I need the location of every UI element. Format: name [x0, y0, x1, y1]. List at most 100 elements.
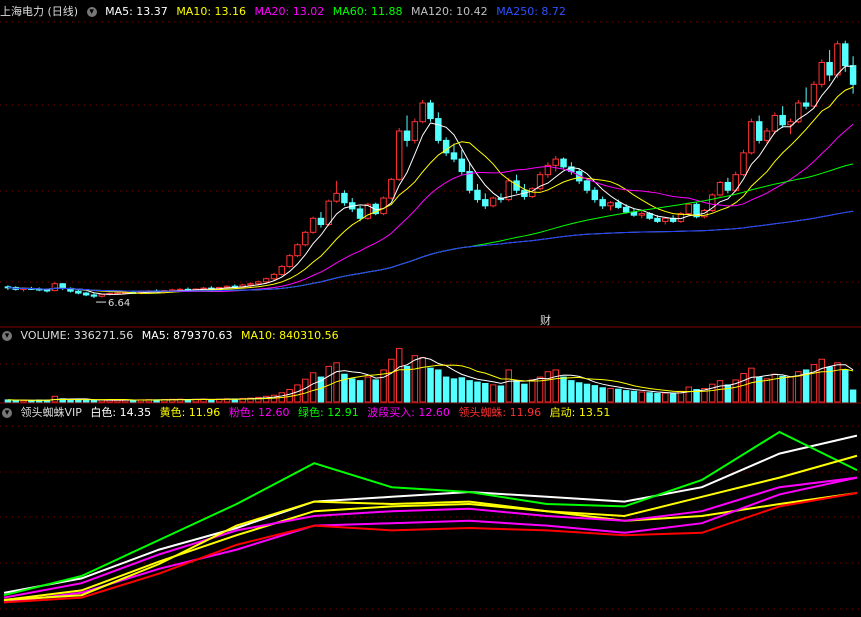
volume-bar: [395, 348, 403, 403]
volume-bar: [82, 399, 90, 403]
candle-body: [427, 102, 434, 120]
candle-body: [75, 290, 82, 294]
candle-body: [842, 43, 849, 67]
volume-bar: [458, 377, 466, 403]
volume-bar: [75, 399, 82, 403]
candle-body: [622, 206, 630, 213]
candle-body: [403, 130, 411, 141]
volume-bar: [810, 364, 818, 403]
volume-bar: [294, 384, 301, 403]
candle-body: [724, 181, 732, 191]
volume-bar: [669, 393, 677, 403]
volume-bar: [450, 378, 458, 403]
candle-body: [771, 114, 779, 132]
price-candles: [4, 40, 857, 299]
settings-circle-icon[interactable]: ▾: [86, 7, 97, 17]
volume-bar: [716, 380, 724, 403]
candle-body: [826, 62, 833, 76]
yellow-value: 黄色: 11.96: [159, 406, 221, 419]
ma10-value: MA10: 13.16: [176, 5, 247, 18]
ma120-value: MA120: 10.42: [410, 5, 488, 18]
volume-bar: [489, 384, 497, 403]
pink-line: [3, 476, 858, 599]
candle-body: [247, 283, 254, 286]
candle-body: [834, 43, 841, 76]
ma60-value: MA60: 11.88: [332, 5, 403, 18]
settings-circle-icon[interactable]: ▾: [2, 408, 12, 418]
volume-bar: [356, 380, 364, 403]
volume-bar: [662, 392, 669, 403]
volume-bar: [411, 355, 419, 403]
volume-bar: [630, 390, 638, 403]
candle-body: [278, 266, 286, 275]
ma20-value: MA20: 13.02: [254, 5, 325, 18]
volume-bar: [787, 376, 794, 403]
volume-bar: [528, 379, 536, 403]
volume-bar: [818, 358, 826, 403]
volume-bar: [419, 356, 426, 403]
volume-bar: [364, 376, 372, 403]
candle-body: [395, 130, 403, 180]
candle-body: [482, 199, 489, 207]
candle-body: [419, 102, 426, 123]
candle-body: [98, 293, 106, 297]
volume-bar: [654, 392, 661, 403]
candle-body: [380, 197, 387, 215]
white-line: [3, 434, 858, 594]
volume-bar: [552, 369, 559, 403]
candle-body: [615, 202, 622, 208]
volume-bar: [474, 381, 481, 403]
start-line: [3, 454, 858, 601]
candle-body: [294, 244, 301, 257]
spider-value: 领头蜘蛛: 11.96: [458, 406, 542, 419]
annotations: 6.64 财: [95, 298, 551, 327]
candle-body: [450, 152, 458, 160]
candle-body: [716, 181, 724, 196]
volume-bar: [842, 369, 849, 403]
volume-bar: [748, 367, 755, 403]
wave-buy-value: 波段买入: 12.60: [367, 406, 450, 419]
volume-bar: [849, 389, 857, 403]
volume-bar: [583, 383, 591, 403]
candle-body: [309, 217, 317, 233]
volume-bar: [380, 369, 387, 403]
white-value: 白色: 14.35: [90, 406, 152, 419]
settings-circle-icon[interactable]: ▾: [2, 331, 12, 341]
volume-bar: [568, 380, 575, 403]
indicator-name[interactable]: 领头蜘蛛VIP: [21, 406, 82, 419]
volume-bar: [442, 376, 450, 403]
ma250-line: [7, 210, 854, 292]
volume-bar: [740, 373, 747, 403]
start-value: 启动: 13.51: [549, 406, 611, 419]
volume-bar: [826, 366, 833, 403]
volume-bar: [763, 378, 771, 403]
volume-bar: [90, 399, 98, 403]
volume-bar: [505, 369, 512, 403]
candle-body: [818, 62, 826, 85]
ma5-value: MA5: 13.37: [105, 5, 168, 18]
volume-bar: [466, 380, 473, 403]
candle-body: [356, 208, 364, 219]
volume-value: VOLUME: 336271.56: [20, 329, 134, 342]
candle-body: [388, 178, 395, 199]
volume-bar: [309, 372, 317, 403]
candle-body: [560, 158, 567, 168]
volume-bar: [638, 391, 646, 403]
candle-body: [654, 217, 661, 222]
stock-title[interactable]: 上海电力 (日线): [0, 5, 78, 18]
volume-bar: [708, 383, 716, 403]
green-value: 绿色: 12.91: [298, 406, 359, 419]
volume-bars: [4, 348, 857, 403]
candle-body: [740, 152, 747, 176]
volume-bar: [341, 373, 348, 403]
volume-bar: [599, 387, 606, 403]
volume-bar: [615, 388, 622, 403]
candle-body: [458, 158, 466, 173]
pink-value: 粉色: 12.60: [228, 406, 290, 419]
volume-bar: [435, 369, 442, 403]
volume-header: ▾ VOLUME: 336271.56 MA5: 879370.63 MA10:…: [0, 328, 344, 344]
volume-bar: [622, 390, 630, 403]
candle-body: [302, 231, 309, 246]
candle-body: [317, 217, 325, 226]
volume-ma10-value: MA10: 840310.56: [240, 329, 339, 342]
